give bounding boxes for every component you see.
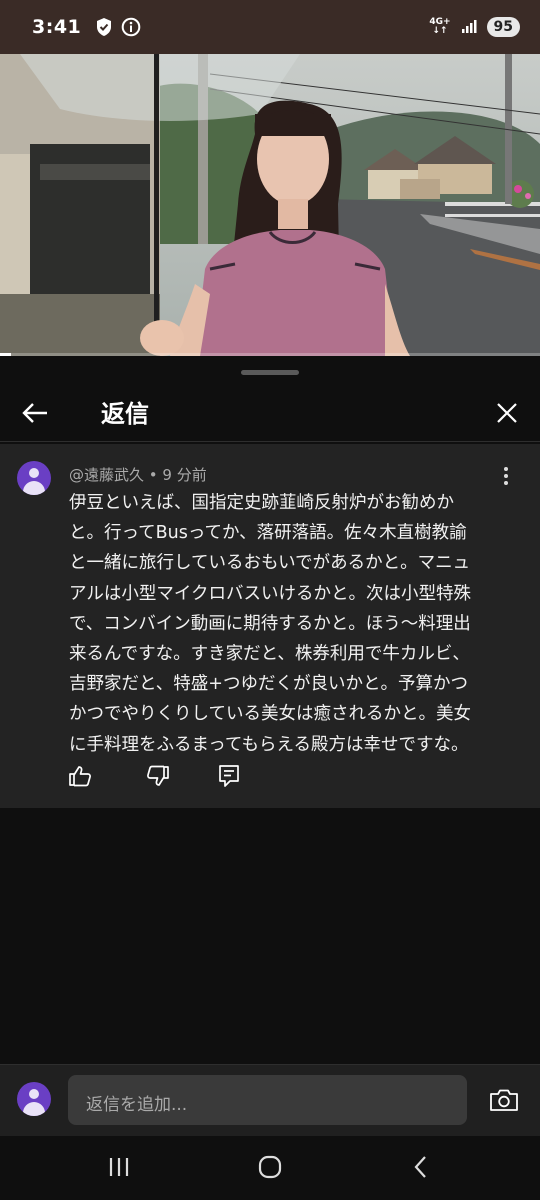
reply-button[interactable]: [215, 762, 243, 790]
comment-time: 9 分前: [162, 466, 207, 484]
comment-meta: @遠藤武久 • 9 分前: [69, 466, 207, 484]
drag-handle[interactable]: [241, 370, 299, 375]
comment-card: @遠藤武久 • 9 分前 伊豆といえば、国指定史跡韮崎反射炉がお勧めか と。行っ…: [0, 444, 540, 808]
sheet-title: 返信: [101, 400, 149, 428]
recents-icon: [109, 1158, 129, 1176]
dislike-icon: [147, 765, 169, 786]
status-bar: 3:41 4G+ ↓↑ 95: [0, 0, 540, 54]
reply-input[interactable]: 返信を追加...: [68, 1075, 467, 1125]
battery-badge: 95: [486, 17, 520, 37]
back-button[interactable]: [18, 396, 52, 430]
user-avatar[interactable]: [17, 1082, 51, 1116]
reply-bar: 返信を追加...: [0, 1064, 540, 1136]
recents-button[interactable]: [102, 1152, 136, 1182]
signal-icon: [461, 18, 477, 37]
close-icon: [497, 403, 517, 423]
replies-sheet: 返信 @遠藤武久 • 9 分前 伊豆といえば、国指定史跡韮崎反射炉がお勧めか と…: [0, 356, 540, 1066]
avatar[interactable]: [17, 461, 51, 495]
home-button[interactable]: [253, 1152, 287, 1182]
status-time: 3:41: [32, 16, 82, 38]
like-button[interactable]: [66, 762, 94, 790]
comment-author[interactable]: @遠藤武久: [69, 466, 144, 484]
shield-check-icon: [95, 17, 113, 37]
sheet-header: 返信: [0, 382, 540, 442]
dislike-button[interactable]: [144, 762, 172, 790]
more-vert-icon[interactable]: [494, 464, 518, 488]
video-player[interactable]: [0, 54, 540, 356]
comment-text: 伊豆といえば、国指定史跡韮崎反射炉がお勧めか と。行ってBusってか、落研落語。…: [69, 493, 471, 755]
home-icon: [258, 1155, 282, 1179]
back-icon: [414, 1156, 426, 1178]
reply-icon: [219, 765, 239, 787]
camera-button[interactable]: [486, 1083, 522, 1117]
info-icon: [121, 17, 141, 37]
video-frame: [0, 54, 540, 356]
back-arrow-icon: [22, 403, 47, 423]
back-nav-button[interactable]: [404, 1152, 438, 1182]
camera-icon: [490, 1089, 518, 1111]
like-icon: [69, 766, 91, 787]
network-type: 4G+ ↓↑: [429, 17, 451, 36]
navigation-bar: [0, 1136, 540, 1200]
close-button[interactable]: [490, 396, 524, 430]
